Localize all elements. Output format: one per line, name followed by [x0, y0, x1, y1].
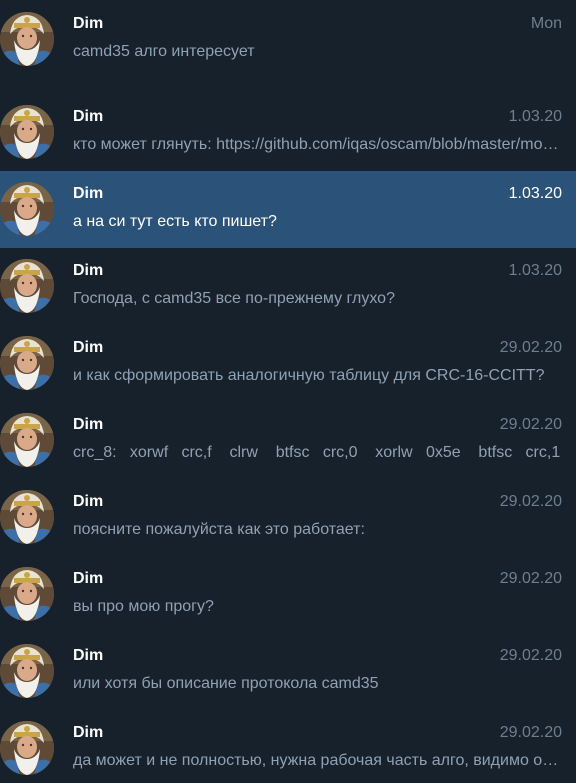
message-date: 1.03.20 — [508, 262, 562, 279]
chat-result-row[interactable]: Dim 1.03.20 кто может глянуть: https://g… — [0, 94, 576, 171]
message-preview: кто может глянуть: https://github.com/iq… — [73, 136, 563, 153]
avatar — [0, 182, 54, 236]
search-results-list: Dim Mon camd35 алго интересует Dim 1.03.… — [0, 0, 576, 783]
chat-name: Dim — [73, 339, 104, 356]
chat-result-row[interactable]: Dim 29.02.20 поясните пожалуйста как это… — [0, 479, 576, 556]
avatar — [0, 644, 54, 698]
message-date: 29.02.20 — [499, 724, 562, 741]
chat-result-row[interactable]: Dim 29.02.20 вы про мою прогу? — [0, 556, 576, 633]
avatar — [0, 259, 54, 313]
chat-result-row[interactable]: Dim 29.02.20 и как сформировать аналогич… — [0, 325, 576, 402]
message-date: 29.02.20 — [499, 647, 562, 664]
chat-name: Dim — [73, 570, 104, 587]
avatar — [0, 12, 54, 66]
chat-result-row-selected[interactable]: Dim 1.03.20 а на си тут есть кто пишет? — [0, 171, 576, 248]
message-date: 1.03.20 — [508, 185, 562, 202]
message-date: 29.02.20 — [499, 493, 562, 510]
message-preview: а на си тут есть кто пишет? — [73, 213, 277, 230]
chat-name: Dim — [73, 493, 104, 510]
avatar — [0, 567, 54, 621]
message-preview: Господа, с camd35 все по-прежнему глухо? — [73, 290, 395, 307]
chat-name: Dim — [73, 724, 104, 741]
message-date: 29.02.20 — [499, 570, 562, 587]
message-preview: да может и не полностью, нужна рабочая ч… — [73, 752, 563, 769]
avatar — [0, 490, 54, 544]
chat-result-row[interactable]: Dim 1.03.20 Господа, с camd35 все по-пре… — [0, 248, 576, 325]
chat-result-row[interactable]: Dim Mon camd35 алго интересует — [0, 1, 576, 78]
message-date: Mon — [530, 15, 562, 32]
avatar — [0, 721, 54, 775]
chat-result-row[interactable]: Dim 29.02.20 crc_8: xorwf crc,f clrw btf… — [0, 402, 576, 479]
message-date: 1.03.20 — [508, 108, 562, 125]
chat-name: Dim — [73, 262, 104, 279]
avatar — [0, 105, 54, 159]
avatar — [0, 336, 54, 390]
message-date: 29.02.20 — [499, 416, 562, 433]
chat-result-row[interactable]: Dim 29.02.20 или хотя бы описание проток… — [0, 633, 576, 710]
message-date: 29.02.20 — [499, 339, 562, 356]
message-preview: и как сформировать аналогичную таблицу д… — [73, 367, 545, 384]
avatar — [0, 413, 54, 467]
message-preview: или хотя бы описание протокола camd35 — [73, 675, 379, 692]
chat-name: Dim — [73, 416, 104, 433]
chat-name: Dim — [73, 647, 104, 664]
message-preview: вы про мою прогу? — [73, 598, 214, 615]
message-preview: поясните пожалуйста как это работает: — [73, 521, 365, 538]
chat-name: Dim — [73, 185, 104, 202]
message-preview: crc_8: xorwf crc,f clrw btfsc crc,0 xorl… — [73, 444, 561, 461]
message-preview: camd35 алго интересует — [73, 43, 255, 60]
chat-name: Dim — [73, 15, 104, 32]
chat-result-row[interactable]: Dim 29.02.20 да может и не полностью, ну… — [0, 710, 576, 783]
chat-name: Dim — [73, 108, 104, 125]
